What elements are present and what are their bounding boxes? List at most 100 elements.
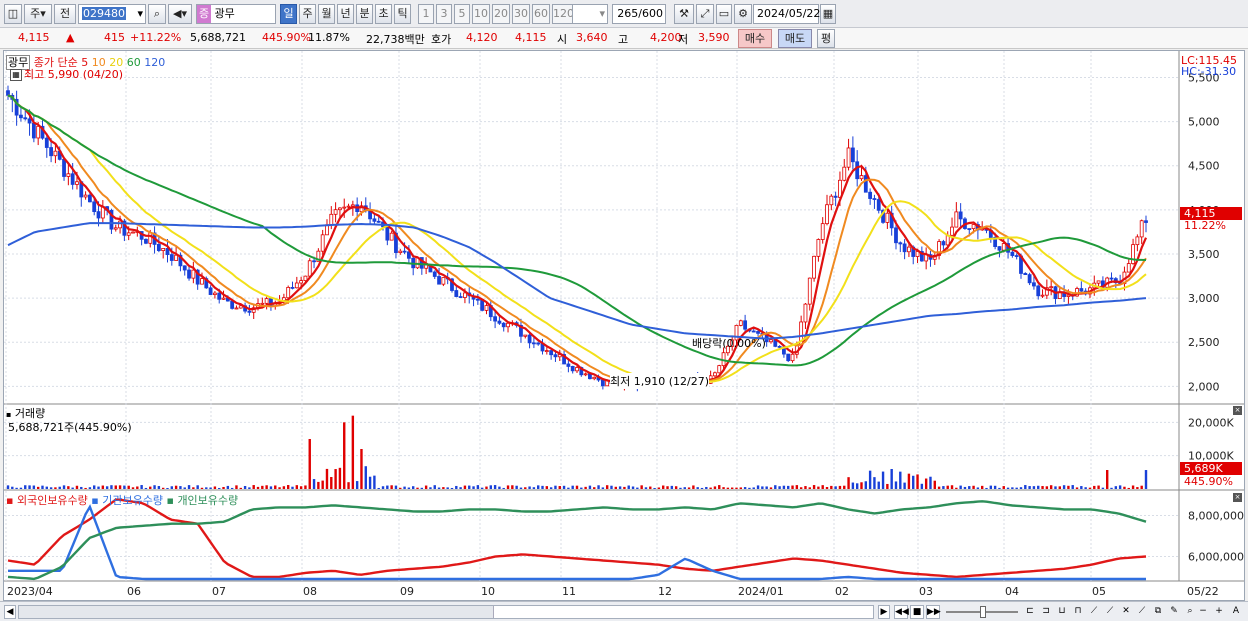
font-size-icon[interactable]: A bbox=[1230, 605, 1242, 619]
candle-body bbox=[148, 232, 153, 244]
candle-body bbox=[812, 255, 816, 279]
volume-bar bbox=[774, 485, 777, 489]
institution-legend[interactable]: 기관보유수량 bbox=[102, 494, 163, 507]
buy-button[interactable]: 매수 bbox=[738, 29, 772, 48]
period-button-1[interactable]: 주 bbox=[299, 4, 316, 24]
tool-icon-1[interactable]: ⊏ bbox=[1024, 605, 1036, 619]
interval-button-5[interactable]: 30 bbox=[512, 4, 530, 24]
interval-dropdown-icon: ▾ bbox=[599, 7, 605, 20]
interval-button-6[interactable]: 60 bbox=[532, 4, 550, 24]
volume-bar bbox=[955, 487, 958, 489]
stop-icon[interactable]: ■ bbox=[910, 605, 924, 619]
interval-button-3[interactable]: 10 bbox=[472, 4, 490, 24]
individual-legend[interactable]: 개인보유수량 bbox=[177, 494, 238, 507]
forward-icon[interactable]: ▶▶ bbox=[926, 605, 941, 619]
volume-bar bbox=[243, 485, 247, 489]
horizontal-scrollbar[interactable] bbox=[18, 605, 874, 619]
jeon-button[interactable]: 전 bbox=[54, 4, 76, 24]
volume-bar bbox=[1114, 486, 1118, 489]
volume-bar bbox=[463, 485, 467, 489]
candle-body bbox=[790, 353, 795, 362]
pen-icon[interactable]: ✎ bbox=[1168, 605, 1180, 619]
tool-icon-2[interactable]: ⊐ bbox=[1040, 605, 1052, 619]
candle-body bbox=[402, 250, 407, 253]
chart-canvas[interactable]: 5,5005,0004,5004,0003,5003,0002,5002,000… bbox=[4, 51, 1244, 600]
period-button-0[interactable]: 일 bbox=[280, 4, 297, 24]
low-label: 저 bbox=[678, 33, 689, 46]
volume-bar bbox=[1058, 486, 1061, 489]
trend-line-2-icon[interactable]: ⟋ bbox=[1104, 605, 1116, 619]
x-tick-label: 08 bbox=[303, 585, 317, 598]
search-icon[interactable]: ⌕ bbox=[148, 4, 166, 24]
interval-button-2[interactable]: 5 bbox=[454, 4, 470, 24]
candle-body bbox=[161, 248, 166, 251]
layout-icon[interactable]: ◫ bbox=[4, 4, 22, 24]
period-button-3[interactable]: 년 bbox=[337, 4, 354, 24]
candle-type-icon[interactable]: ⚒ bbox=[674, 4, 694, 24]
ju-dropdown[interactable]: 주▾ bbox=[24, 4, 52, 24]
zoom-out-icon[interactable]: − bbox=[1198, 605, 1208, 619]
volume-bar bbox=[485, 486, 488, 489]
volume-bar bbox=[562, 485, 566, 489]
candle-body bbox=[1126, 263, 1131, 273]
trend-line-icon[interactable]: ⟋ bbox=[1088, 605, 1100, 619]
zoom-icon[interactable]: ⌕ bbox=[1184, 605, 1196, 619]
draw-icon[interactable]: ⟋ bbox=[1136, 605, 1148, 619]
volume-bar bbox=[799, 487, 803, 489]
code-dropdown-icon[interactable]: ▾ bbox=[137, 5, 143, 23]
foreign-legend[interactable]: 외국인보유수량 bbox=[17, 494, 88, 507]
volume-close-icon[interactable]: × bbox=[1233, 406, 1242, 415]
clear-icon[interactable]: ▭ bbox=[716, 4, 732, 24]
period-button-4[interactable]: 분 bbox=[356, 4, 373, 24]
settings-gear-icon[interactable]: ⚙ bbox=[734, 4, 752, 24]
x-tick-label: 09 bbox=[400, 585, 414, 598]
scroll-left-icon[interactable]: ◀ bbox=[4, 605, 16, 619]
speaker-icon[interactable]: ◀▾ bbox=[168, 4, 192, 24]
holding-legend: ▪ 외국인보유수량 ▪ 기관보유수량 ▪ 개인보유수량 bbox=[6, 494, 239, 507]
volume-bar bbox=[886, 483, 889, 489]
table-icon[interactable]: ▦ bbox=[10, 69, 22, 81]
scroll-thumb[interactable] bbox=[493, 606, 873, 618]
holding-lines bbox=[7, 498, 1147, 581]
date-field[interactable]: 2024/05/22 bbox=[753, 4, 820, 24]
volume-bar bbox=[261, 485, 264, 489]
price-tick-label: 4,500 bbox=[1188, 160, 1220, 173]
interval-button-1[interactable]: 3 bbox=[436, 4, 452, 24]
zoom-slider[interactable] bbox=[946, 605, 1018, 619]
volume-bar bbox=[1067, 485, 1070, 489]
interval-button-4[interactable]: 20 bbox=[492, 4, 510, 24]
holding-close-icon[interactable]: × bbox=[1233, 493, 1242, 502]
draw-tool-icon[interactable]: ⤢ bbox=[696, 4, 714, 24]
current-pct-tag: 11.22% bbox=[1184, 219, 1226, 232]
tool-icon-3[interactable]: ⊔ bbox=[1056, 605, 1068, 619]
cross-icon[interactable]: ✕ bbox=[1120, 605, 1132, 619]
scroll-right-icon[interactable]: ▶ bbox=[878, 605, 890, 619]
interval-button-7[interactable]: 120 bbox=[552, 4, 574, 24]
copy-icon[interactable]: ⧉ bbox=[1152, 605, 1164, 619]
avg-button[interactable]: 평 bbox=[817, 29, 835, 48]
rewind-icon[interactable]: ◀◀ bbox=[894, 605, 909, 619]
period-button-6[interactable]: 틱 bbox=[394, 4, 411, 24]
stock-name-field[interactable]: 증 광무 bbox=[196, 4, 276, 24]
interval-button-0[interactable]: 1 bbox=[418, 4, 434, 24]
sell-button[interactable]: 매도 bbox=[778, 29, 812, 48]
ma-60-label[interactable]: 60 bbox=[127, 56, 141, 69]
candle-body bbox=[1032, 282, 1036, 287]
interval-dropdown[interactable]: ▾ bbox=[572, 4, 608, 24]
count-field[interactable]: 265/600 bbox=[612, 4, 666, 24]
volume-bar bbox=[49, 487, 53, 489]
volume-bar bbox=[330, 476, 333, 489]
chart-area[interactable]: 5,5005,0004,5004,0003,5003,0002,5002,000… bbox=[3, 50, 1245, 601]
candle-body bbox=[213, 292, 217, 295]
calendar-icon[interactable]: ▦ bbox=[820, 4, 836, 24]
stock-code-input[interactable]: 029480 ▾ bbox=[78, 4, 146, 24]
volume-bar bbox=[899, 471, 902, 489]
zoom-slider-handle[interactable] bbox=[980, 606, 986, 618]
zoom-in-icon[interactable]: + bbox=[1214, 605, 1224, 619]
tool-icon-4[interactable]: ⊓ bbox=[1072, 605, 1084, 619]
period-button-5[interactable]: 초 bbox=[375, 4, 392, 24]
period-button-2[interactable]: 월 bbox=[318, 4, 335, 24]
volume-bar bbox=[429, 487, 432, 489]
high-price: 4,200 bbox=[650, 31, 682, 44]
ma-120-label[interactable]: 120 bbox=[144, 56, 165, 69]
